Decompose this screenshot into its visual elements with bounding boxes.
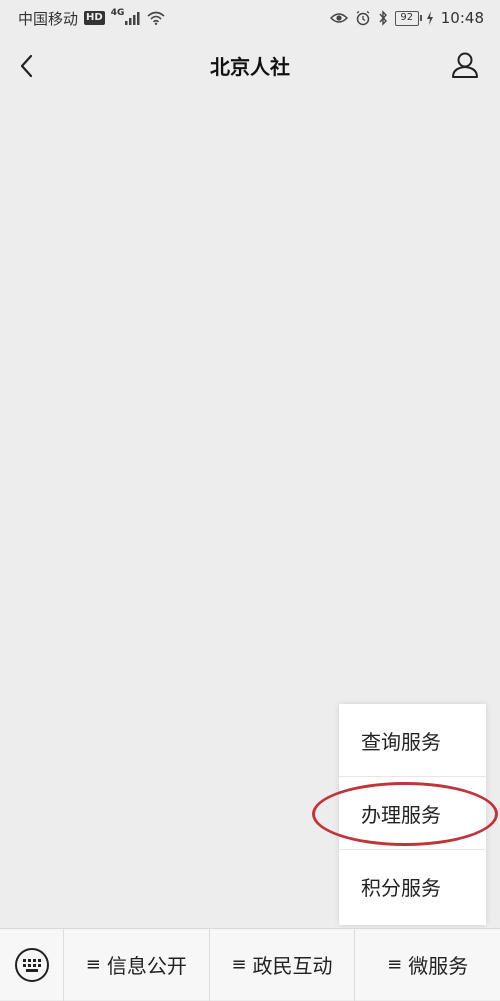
tab-label: 微服务	[408, 954, 469, 978]
hd-badge: HD	[84, 11, 105, 25]
keyboard-icon	[14, 947, 49, 982]
signal-icon	[125, 12, 140, 25]
tab-public-interaction[interactable]: ≡ 政民互动	[210, 928, 356, 1001]
eye-icon	[329, 13, 348, 23]
charging-icon	[426, 11, 433, 25]
tab-label: 政民互动	[252, 954, 333, 978]
menu-lines-icon: ≡	[387, 954, 403, 975]
keyboard-toggle-button[interactable]	[0, 928, 64, 1001]
alarm-icon	[356, 10, 370, 26]
status-right: 92 10:48	[329, 9, 500, 27]
tab-micro-services[interactable]: ≡ 微服务	[355, 929, 500, 1001]
page-title: 北京人社	[210, 55, 290, 79]
status-left: 中国移动 HD 4G	[0, 8, 165, 29]
clock: 10:48	[440, 9, 484, 27]
menu-item-label: 积分服务	[361, 876, 441, 900]
menu-item-points-services[interactable]: 积分服务	[339, 850, 486, 923]
carrier-label: 中国移动	[18, 9, 79, 28]
tab-info-disclosure[interactable]: ≡ 信息公开	[64, 928, 210, 1001]
menu-item-handling-services[interactable]: 办理服务	[339, 777, 486, 850]
user-icon[interactable]	[450, 50, 480, 80]
status-bar: 中国移动 HD 4G 92 10:48	[0, 0, 500, 36]
nav-bar: 北京人社	[0, 36, 500, 96]
battery-indicator: 92	[394, 10, 422, 26]
menu-item-label: 办理服务	[361, 802, 441, 827]
menu-lines-icon: ≡	[85, 954, 101, 975]
menu-item-query-services[interactable]: 查询服务	[339, 704, 486, 777]
wifi-icon	[147, 11, 165, 25]
bottom-menu-bar: ≡ 信息公开 ≡ 政民互动 ≡ 微服务	[0, 928, 500, 1001]
bluetooth-icon	[379, 10, 387, 26]
menu-lines-icon: ≡	[231, 954, 247, 975]
tab-label: 信息公开	[106, 954, 187, 978]
popup-submenu: 查询服务 办理服务 积分服务	[339, 704, 486, 925]
menu-item-label: 查询服务	[361, 729, 441, 754]
network-type: 4G	[110, 8, 125, 18]
chevron-left-icon[interactable]	[14, 52, 42, 80]
